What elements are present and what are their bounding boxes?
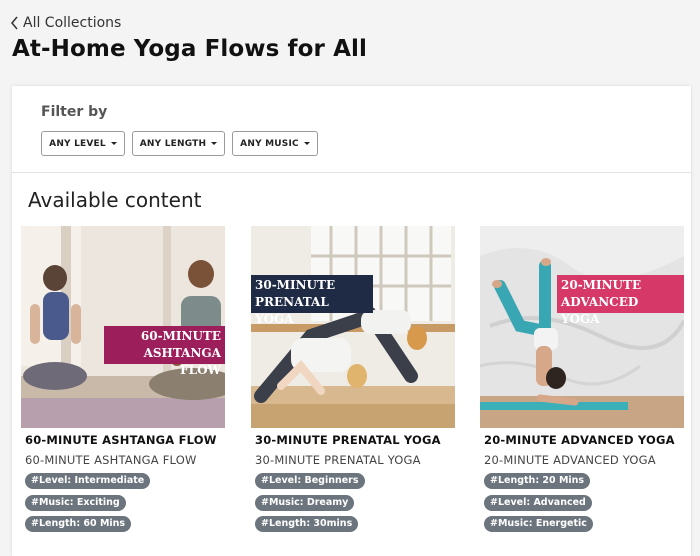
- card-thumbnail[interactable]: 30-MINUTE PRENATAL YOGA: [251, 226, 455, 428]
- length-tag[interactable]: #Length: 20 Mins: [484, 473, 591, 489]
- card-thumbnail[interactable]: 60-MINUTE ASHTANGA FLOW: [21, 226, 225, 428]
- overlay-line-1: 20-MINUTE: [561, 278, 642, 292]
- filter-label: Filter by: [41, 104, 108, 120]
- card-title[interactable]: 20-MINUTE ADVANCED YOGA: [484, 433, 675, 447]
- chevron-left-icon: [10, 16, 19, 30]
- length-tag[interactable]: #Length: 30mins: [255, 516, 359, 532]
- overlay-line-2: ADVANCED YOGA: [561, 295, 639, 326]
- music-filter-label: ANY MUSIC: [240, 138, 299, 149]
- level-tag[interactable]: #Level: Intermediate: [25, 473, 151, 489]
- card-subtitle: 30-MINUTE PRENATAL YOGA: [255, 453, 421, 467]
- overlay-line-2: ASHTANGA FLOW: [143, 346, 221, 377]
- music-tag[interactable]: #Music: Dreamy: [255, 495, 355, 511]
- card-thumbnail[interactable]: 20-MINUTE ADVANCED YOGA: [480, 226, 684, 428]
- caret-down-icon: [211, 142, 218, 145]
- music-tag[interactable]: #Music: Exciting: [25, 495, 126, 511]
- filter-bar: Filter by ANY LEVEL ANY LENGTH ANY MUSIC: [12, 86, 691, 173]
- overlay-line-1: 30-MINUTE: [255, 278, 336, 292]
- music-filter-dropdown[interactable]: ANY MUSIC: [232, 131, 318, 156]
- back-to-collections-link[interactable]: All Collections: [10, 13, 121, 33]
- length-tag[interactable]: #Length: 60 Mins: [25, 516, 132, 532]
- level-filter-label: ANY LEVEL: [49, 138, 106, 149]
- card-subtitle: 20-MINUTE ADVANCED YOGA: [484, 453, 656, 467]
- overlay-line-2: PRENATAL YOGA: [255, 295, 329, 326]
- length-filter-dropdown[interactable]: ANY LENGTH: [132, 131, 225, 156]
- card-title[interactable]: 30-MINUTE PRENATAL YOGA: [255, 433, 441, 447]
- card-subtitle: 60-MINUTE ASHTANGA FLOW: [25, 453, 197, 467]
- card-thumbnail-overlay: 60-MINUTE ASHTANGA FLOW: [104, 326, 225, 377]
- content-panel: Filter by ANY LEVEL ANY LENGTH ANY MUSIC…: [12, 86, 691, 556]
- content-card[interactable]: 20-MINUTE ADVANCED YOGA 20-MINUTE ADVANC…: [480, 226, 684, 532]
- content-card[interactable]: 60-MINUTE ASHTANGA FLOW 60-MINUTE ASHTAN…: [21, 226, 225, 532]
- music-tag[interactable]: #Music: Energetic: [484, 516, 593, 532]
- content-card[interactable]: 30-MINUTE PRENATAL YOGA 30-MINUTE PRENAT…: [251, 226, 455, 532]
- card-thumbnail-overlay: 30-MINUTE PRENATAL YOGA: [251, 275, 373, 326]
- card-thumbnail-overlay: 20-MINUTE ADVANCED YOGA: [557, 275, 684, 326]
- overlay-line-1: 60-MINUTE: [140, 329, 221, 343]
- caret-down-icon: [303, 142, 310, 145]
- caret-down-icon: [110, 142, 117, 145]
- section-heading: Available content: [28, 188, 202, 212]
- level-tag[interactable]: #Level: Beginners: [255, 473, 365, 489]
- back-link-label: All Collections: [23, 15, 122, 31]
- card-title[interactable]: 60-MINUTE ASHTANGA FLOW: [25, 433, 217, 447]
- page-title: At-Home Yoga Flows for All: [12, 36, 367, 62]
- length-filter-label: ANY LENGTH: [139, 138, 207, 149]
- level-tag[interactable]: #Level: Advanced: [484, 495, 592, 511]
- level-filter-dropdown[interactable]: ANY LEVEL: [41, 131, 125, 156]
